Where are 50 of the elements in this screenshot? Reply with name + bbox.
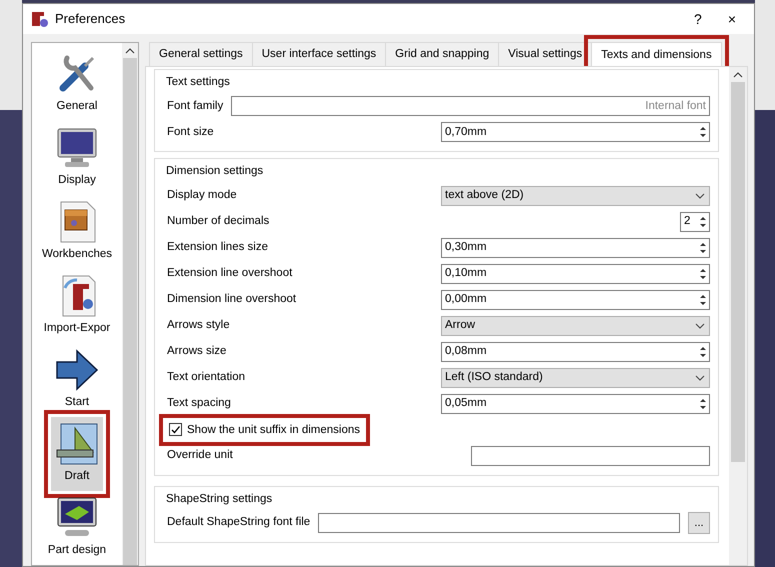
field-label: Font family	[167, 98, 224, 114]
field-label: Arrows size	[167, 344, 228, 359]
spin-field[interactable]: 0,70mm	[441, 122, 710, 142]
font-field[interactable]: Internal font	[231, 96, 710, 116]
spin-field[interactable]: 0,00mm	[441, 290, 710, 310]
chevron-down-icon	[695, 192, 705, 198]
scrollbar-thumb[interactable]	[123, 58, 137, 565]
spin-field[interactable]: 0,10mm	[441, 264, 710, 284]
spin-field[interactable]: 0,05mm	[441, 394, 710, 414]
help-button[interactable]: ?	[684, 12, 712, 26]
sidebar-item[interactable]: Workbenches	[34, 195, 120, 269]
browse-button[interactable]: ...	[688, 512, 710, 534]
window-title: Preferences	[55, 10, 126, 28]
field-label: Font size	[167, 124, 215, 140]
file-path-field[interactable]	[318, 512, 680, 533]
field-label: Display mode	[167, 188, 238, 203]
scroll-up-icon[interactable]	[125, 48, 135, 54]
dropdown[interactable]: Arrow	[441, 316, 710, 336]
field-label: Arrows style	[167, 318, 231, 333]
chevron-down-icon	[695, 374, 705, 380]
sidebar-item[interactable]: General	[34, 47, 120, 121]
input-field[interactable]	[471, 446, 710, 466]
sidebar-item[interactable]: Start	[34, 343, 120, 417]
field-label: Default ShapeString font file	[167, 515, 310, 530]
field-label: Number of decimals	[167, 214, 270, 229]
dropdown[interactable]: text above (2D)	[441, 186, 710, 206]
tab[interactable]: General settings	[149, 42, 253, 66]
set-square-icon	[55, 422, 99, 466]
spin-field[interactable]: 0,30mm	[441, 238, 710, 258]
field-label: Override unit	[167, 448, 234, 463]
right-arrow-icon	[55, 348, 99, 392]
field-label: Extension lines size	[167, 240, 269, 255]
sidebar-item[interactable]: Display	[34, 121, 120, 195]
app-logo-icon	[31, 10, 49, 28]
checkbox[interactable]: Show the unit suffix in dimensions	[169, 422, 360, 438]
spin-field[interactable]: 2	[680, 212, 710, 232]
scrollbar-thumb[interactable]	[731, 82, 745, 462]
sidebar-item[interactable]: Part design	[34, 491, 120, 565]
chevron-down-icon	[695, 322, 705, 328]
field-label: Extension line overshoot	[167, 266, 294, 281]
field-label: Dimension line overshoot	[167, 292, 298, 307]
spin-field[interactable]: 0,08mm	[441, 342, 710, 362]
scroll-up-icon[interactable]	[733, 72, 743, 78]
sidebar-item[interactable]: Import-Expor	[34, 269, 120, 343]
field-label: Text orientation	[167, 370, 246, 385]
close-button[interactable]: ×	[718, 12, 746, 26]
field-label: Text spacing	[167, 396, 232, 411]
dropdown[interactable]: Left (ISO standard)	[441, 368, 710, 388]
sidebar-item[interactable]: Draft	[51, 417, 103, 491]
checkmark-icon	[170, 424, 181, 435]
